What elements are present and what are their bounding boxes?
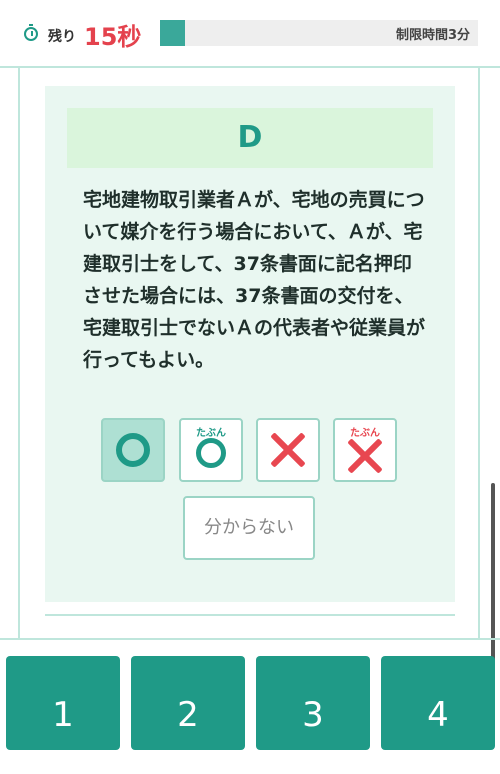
question-card: D 宅地建物取引業者Ａが、宅地の売買について媒介を行う場合において、Ａが、宅建取… [45,86,455,602]
stopwatch-icon [24,24,38,41]
answer-maru-button[interactable] [101,418,165,482]
time-progress-bar: 制限時間3分 [160,20,478,46]
unknown-button[interactable]: 分からない [183,496,315,560]
choice-button-3[interactable]: 3 [256,656,370,750]
question-text: 宅地建物取引業者Ａが、宅地の売買について媒介を行う場合において、Ａが、宅建取引士… [83,189,426,371]
remaining-time: 15秒 [84,23,142,51]
question-label-box: D [67,108,433,168]
right-border [478,68,480,638]
timer-bar: 残り 15秒 制限時間3分 [0,0,500,66]
circle-icon [196,438,226,468]
answer-tabun-batsu-button[interactable]: たぶん [333,418,397,482]
divider [0,638,500,640]
time-limit-label: 制限時間3分 [395,28,470,43]
choice-button-1[interactable]: 1 [6,656,120,750]
cross-icon [345,436,385,476]
choice-bar: 1 2 3 4 [0,656,500,750]
divider [45,614,455,616]
question-label: D [237,120,263,155]
choice-button-2[interactable]: 2 [131,656,245,750]
tabun-label: たぶん [196,428,226,439]
time-progress-fill [160,20,185,46]
left-border [18,68,20,638]
answer-tabun-maru-button[interactable]: たぶん [179,418,243,482]
question-area: D 宅地建物取引業者Ａが、宅地の売買について媒介を行う場合において、Ａが、宅建取… [0,68,500,723]
choice-button-4[interactable]: 4 [381,656,495,750]
answer-batsu-button[interactable] [256,418,320,482]
circle-icon [116,433,150,467]
cross-icon [268,430,308,470]
remaining-label: 残り [48,29,76,45]
